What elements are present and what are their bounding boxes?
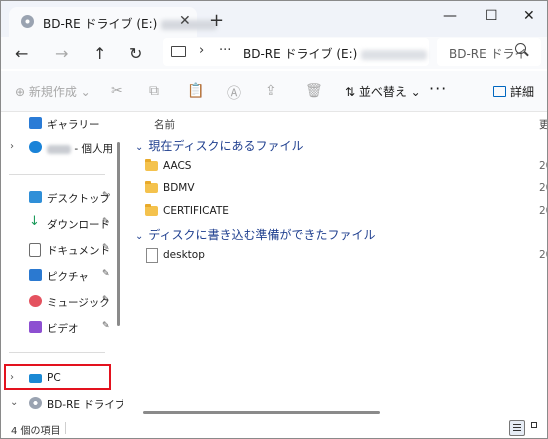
documents-icon <box>29 243 41 257</box>
chevron-down-icon[interactable]: ⌄ <box>10 397 18 408</box>
download-icon: ↓ <box>29 214 40 229</box>
divider <box>9 352 105 353</box>
sidebar-item-label: ダウンロード <box>47 219 110 231</box>
navigation-bar: ← → ↑ ↻ › ··· BD-RE ドライブ (E:) BD-RE ドライ <box>1 37 547 69</box>
pc-highlight-box <box>4 364 111 390</box>
forward-icon[interactable]: → <box>55 44 68 63</box>
up-icon[interactable]: ↑ <box>93 44 106 63</box>
breadcrumb-chevron[interactable]: › <box>199 43 204 58</box>
title-bar: BD-RE ドライブ (E:) ✕ + — ☐ ✕ <box>1 1 547 37</box>
new-tab-button[interactable]: + <box>209 10 224 31</box>
pin-icon[interactable]: ✎ <box>102 243 110 253</box>
tiles-view-button[interactable] <box>529 420 543 434</box>
search-box[interactable]: BD-RE ドライ <box>437 38 541 66</box>
column-header-date[interactable]: 更 <box>539 117 547 132</box>
column-header-name[interactable]: 名前 <box>154 117 175 132</box>
sidebar-item-music[interactable]: ミュージック ✎ <box>1 290 117 314</box>
sidebar-item-bd-re-drive[interactable]: ⌄ BD-RE ドライブ (E <box>1 392 123 416</box>
sidebar-item-documents[interactable]: ドキュメント ✎ <box>1 238 117 262</box>
rename-icon[interactable]: Ⓐ <box>227 83 241 103</box>
sidebar-item-label: ピクチャ <box>47 271 89 283</box>
sidebar-item-label: ギャラリー <box>47 119 100 131</box>
search-icon <box>515 43 526 54</box>
sidebar-item-label: ビデオ <box>47 323 79 335</box>
pin-icon[interactable]: ✎ <box>102 295 110 305</box>
details-pane-icon <box>493 86 506 97</box>
sidebar-item-pictures[interactable]: ピクチャ ✎ <box>1 264 117 288</box>
breadcrumb-location[interactable]: BD-RE ドライブ (E:) <box>243 45 428 62</box>
redacted-label <box>361 49 428 60</box>
item-count: 4 個の項目 <box>11 426 61 437</box>
pictures-icon <box>29 269 42 281</box>
new-item-button[interactable]: ⊕ 新規作成 ⌄ <box>15 83 91 100</box>
sidebar-item-label: デスクトップ <box>47 193 110 205</box>
list-item[interactable]: desktop 20 <box>143 246 547 266</box>
address-bar[interactable]: › ··· BD-RE ドライブ (E:) <box>163 38 429 66</box>
folder-icon <box>145 204 158 216</box>
copy-icon[interactable]: ⧉ <box>149 83 159 99</box>
cut-icon[interactable]: ✂ <box>111 83 123 99</box>
sidebar-item-onedrive[interactable]: › - 個人用 <box>1 136 117 160</box>
group-header-current-files[interactable]: ⌄ 現在ディスクにあるファイル <box>135 137 304 154</box>
divider <box>9 174 105 175</box>
sort-up-icon: ⌃ <box>335 112 343 116</box>
maximize-button[interactable]: ☐ <box>485 8 498 24</box>
tab-title: BD-RE ドライブ (E:) <box>43 15 218 32</box>
close-window-button[interactable]: ✕ <box>523 8 535 24</box>
sidebar-item-desktop[interactable]: デスクトップ ✎ <box>1 186 117 210</box>
onedrive-icon <box>29 141 42 153</box>
chevron-right-icon[interactable]: › <box>10 141 14 152</box>
details-pane-button[interactable]: 詳細 <box>493 83 534 100</box>
desktop-icon <box>29 191 42 203</box>
sidebar-item-label: ミュージック <box>47 297 110 309</box>
more-options-button[interactable]: ··· <box>429 79 447 98</box>
close-tab-button[interactable]: ✕ <box>179 13 191 29</box>
sort-button[interactable]: ⇅ 並べ替え ⌄ <box>345 83 421 100</box>
list-item[interactable]: BDMV 20 <box>143 179 547 199</box>
pin-icon[interactable]: ✎ <box>102 269 110 279</box>
sidebar-item-gallery[interactable]: ギャラリー <box>1 112 117 136</box>
status-bar: 4 個の項目 <box>1 418 547 438</box>
music-icon <box>29 295 42 307</box>
back-icon[interactable]: ← <box>15 44 28 63</box>
pin-icon[interactable]: ✎ <box>102 217 110 227</box>
chevron-down-icon: ⌄ <box>135 142 144 153</box>
pc-icon <box>171 46 186 57</box>
divider <box>65 422 66 434</box>
sidebar-item-label: ドキュメント <box>47 245 110 257</box>
tab-bd-re-drive[interactable]: BD-RE ドライブ (E:) ✕ <box>9 7 218 37</box>
group-header-files-ready-to-burn[interactable]: ⌄ ディスクに書き込む準備ができたファイル <box>135 226 376 243</box>
folder-icon <box>145 181 158 193</box>
file-icon <box>146 248 158 263</box>
details-view-button[interactable] <box>509 420 525 436</box>
videos-icon <box>29 321 42 333</box>
sidebar-scrollbar[interactable] <box>117 142 120 326</box>
disc-drive-icon <box>21 15 34 28</box>
delete-icon[interactable]: 🗑 <box>305 83 323 99</box>
sidebar-item-label: - 個人用 <box>47 141 113 156</box>
breadcrumb-overflow-button[interactable]: ··· <box>219 43 231 58</box>
file-explorer-window: BD-RE ドライブ (E:) ✕ + — ☐ ✕ ← → ↑ ↻ › ··· … <box>0 0 548 439</box>
paste-icon[interactable]: 📋 <box>187 83 204 99</box>
list-item[interactable]: CERTIFICATE 20 <box>143 202 547 222</box>
pin-icon[interactable]: ✎ <box>102 321 110 331</box>
command-bar: ⊕ 新規作成 ⌄ ✂ ⧉ 📋 Ⓐ ⇪ 🗑 ⇅ 並べ替え ⌄ ··· 詳細 <box>1 71 547 112</box>
pin-icon[interactable]: ✎ <box>102 191 110 201</box>
horizontal-scrollbar[interactable] <box>143 411 380 414</box>
share-icon[interactable]: ⇪ <box>265 83 277 99</box>
chevron-down-icon: ⌄ <box>135 231 144 242</box>
file-list: ⌃ 名前 更 ⌄現在ディスクにあるファイル AACS 20 BDMV 20 CE… <box>125 112 547 418</box>
disc-drive-icon <box>29 397 42 409</box>
redacted-label <box>47 144 71 154</box>
sidebar-item-videos[interactable]: ビデオ ✎ <box>1 316 117 340</box>
sidebar-item-label: BD-RE ドライブ (E <box>47 399 123 411</box>
gallery-icon <box>29 117 42 129</box>
refresh-icon[interactable]: ↻ <box>129 44 142 63</box>
minimize-button[interactable]: — <box>443 8 457 24</box>
folder-icon <box>145 159 158 171</box>
sidebar-item-downloads[interactable]: ↓ ダウンロード ✎ <box>1 212 117 236</box>
list-item[interactable]: AACS 20 <box>143 157 547 177</box>
